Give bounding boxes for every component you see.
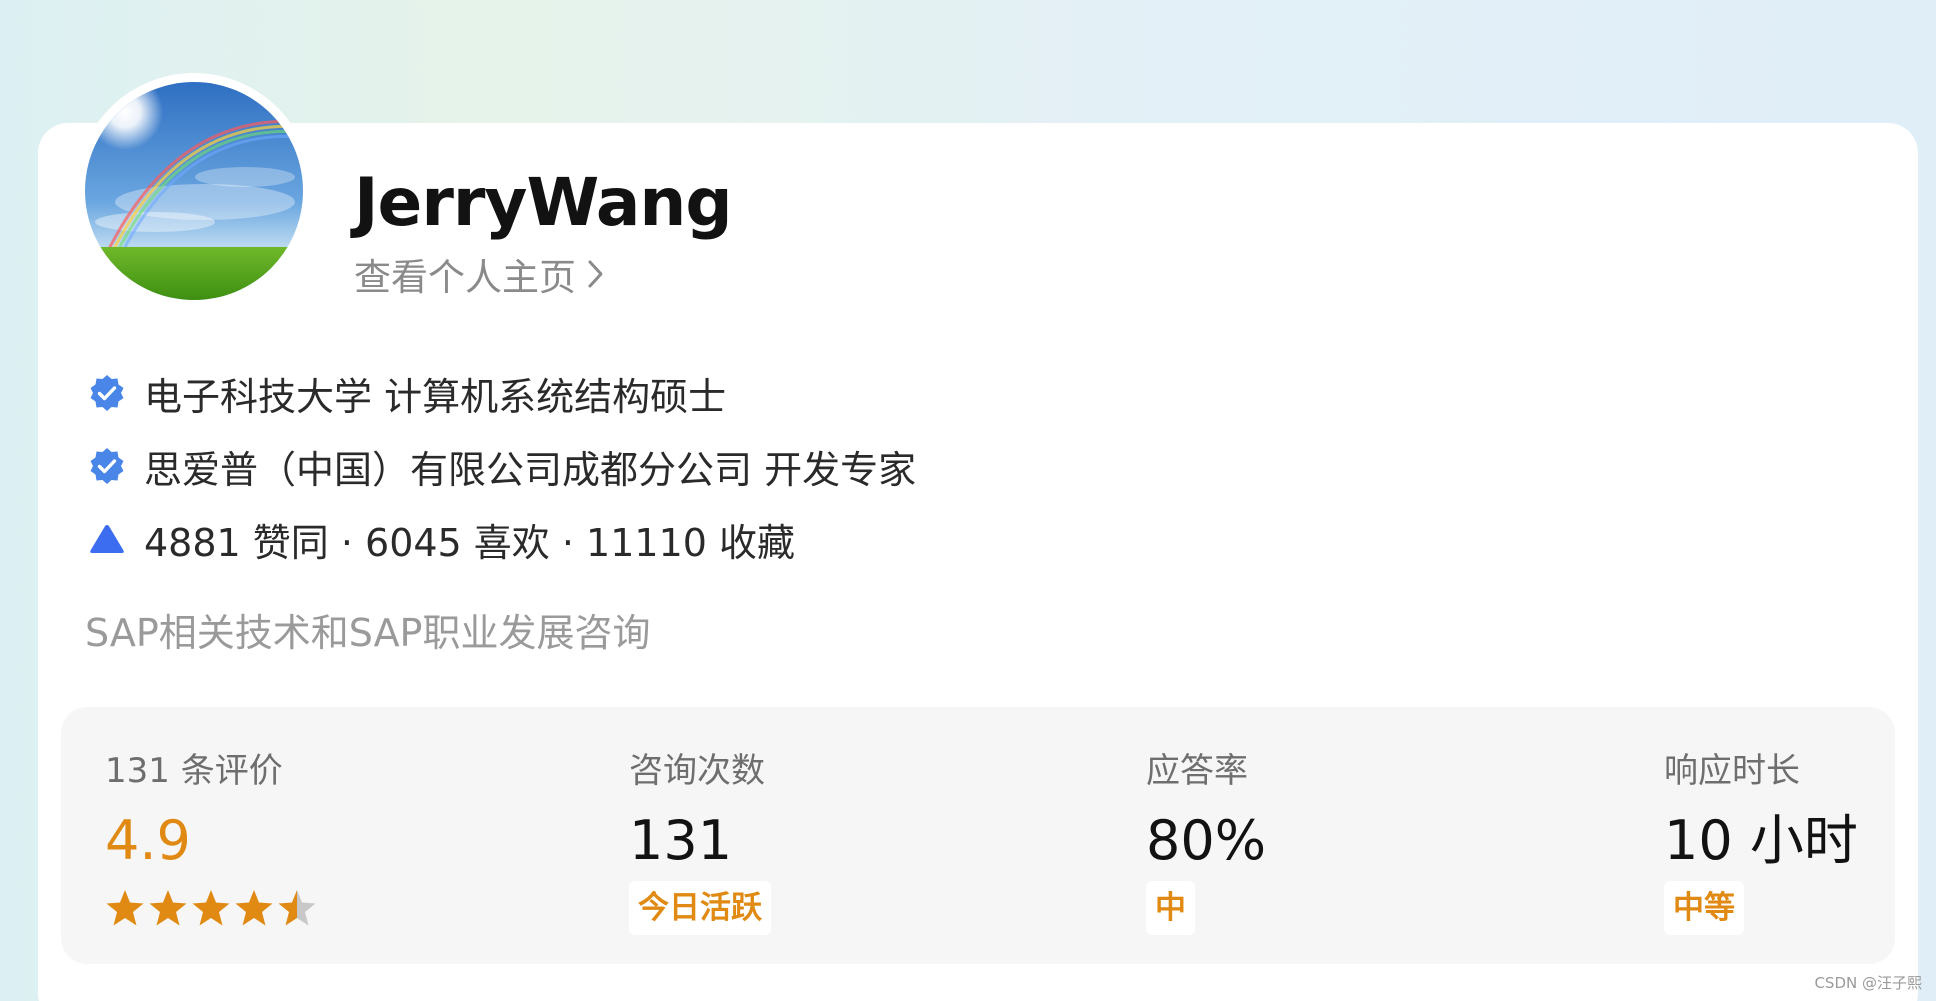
avatar[interactable]	[85, 82, 303, 300]
verification-employment: 思爱普（中国）有限公司成都分公司 开发专家	[88, 439, 916, 493]
star-full-icon	[235, 890, 273, 926]
verification-text: 电子科技大学 计算机系统结构硕士	[144, 374, 727, 419]
chevron-right-icon	[588, 260, 603, 288]
consultations-label: 咨询次数	[629, 751, 765, 791]
answer-rate-value: 80%	[1146, 809, 1267, 872]
user-name: JerryWang	[354, 164, 733, 241]
star-full-icon	[192, 890, 230, 926]
consultations-value: 131	[629, 809, 733, 872]
rating-stars	[105, 881, 320, 935]
watermark: CSDN @汪子熙	[1814, 974, 1922, 992]
view-profile-label: 查看个人主页	[354, 256, 576, 299]
star-partial-icon	[278, 890, 316, 926]
stat-consultations[interactable]: 咨询次数 131 今日活跃	[629, 707, 1029, 964]
response-time-value: 10 小时	[1664, 809, 1858, 872]
bio-text: SAP相关技术和SAP职业发展咨询	[85, 611, 651, 655]
verification-text: 思爱普（中国）有限公司成都分公司 开发专家	[144, 447, 917, 492]
star-full-icon	[106, 890, 144, 926]
stat-rating[interactable]: 131 条评价 4.9	[105, 707, 505, 964]
verified-badge-icon	[90, 375, 124, 411]
verification-education: 电子科技大学 计算机系统结构硕士	[88, 366, 726, 420]
view-profile-link[interactable]: 查看个人主页	[354, 250, 606, 299]
answer-rate-label: 应答率	[1146, 751, 1248, 791]
activity-tag: 今日活跃	[629, 881, 771, 935]
consult-stats-panel: 131 条评价 4.9 咨询次数 131 今日活跃 应答率 80% 中 响应时长…	[61, 707, 1895, 964]
rating-count-label: 131 条评价	[105, 751, 283, 791]
response-time-label: 响应时长	[1664, 751, 1800, 791]
engagement-stats-text: 4881 赞同 · 6045 喜欢 · 11110 收藏	[144, 520, 796, 565]
engagement-stats-line: 4881 赞同 · 6045 喜欢 · 11110 收藏	[88, 512, 795, 566]
star-full-icon	[149, 890, 187, 926]
upvote-triangle-icon	[90, 525, 124, 553]
rating-value: 4.9	[105, 809, 191, 872]
avatar-image	[85, 82, 303, 300]
stat-answer-rate[interactable]: 应答率 80% 中	[1146, 707, 1546, 964]
response-time-tag: 中等	[1664, 881, 1744, 935]
stat-response-time[interactable]: 响应时长 10 小时 中等	[1664, 707, 1884, 964]
answer-rate-tag: 中	[1146, 881, 1195, 935]
verified-badge-icon	[90, 448, 124, 484]
